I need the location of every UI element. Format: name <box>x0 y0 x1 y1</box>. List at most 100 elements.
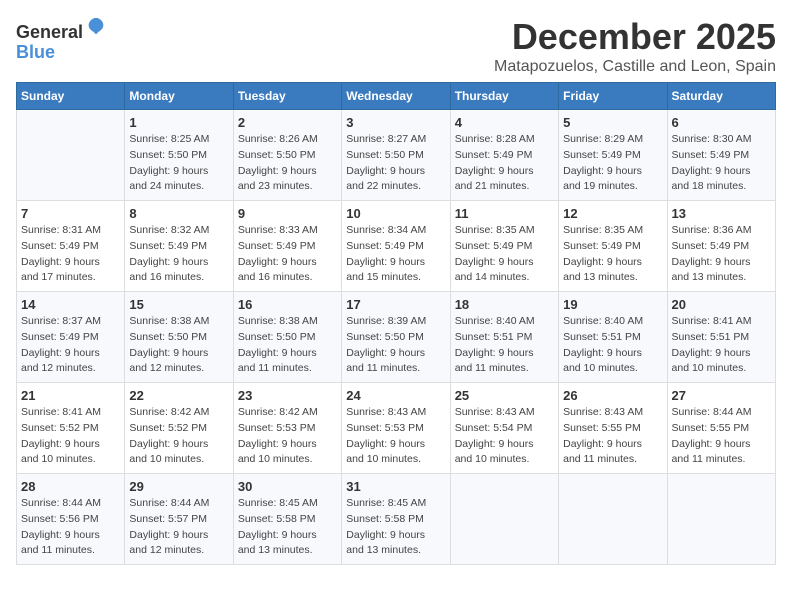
calendar-day-cell: 14 Sunrise: 8:37 AM Sunset: 5:49 PM Dayli… <box>17 292 125 383</box>
calendar-day-cell <box>559 474 667 565</box>
logo-icon <box>85 16 107 38</box>
calendar-week-row: 14 Sunrise: 8:37 AM Sunset: 5:49 PM Dayli… <box>17 292 776 383</box>
header: General Blue December 2025 Matapozuelos,… <box>16 16 776 76</box>
day-info: Sunrise: 8:29 AM Sunset: 5:49 PM Dayligh… <box>563 132 662 195</box>
day-number: 21 <box>21 388 120 403</box>
calendar-day-cell <box>17 110 125 201</box>
calendar-day-cell: 20 Sunrise: 8:41 AM Sunset: 5:51 PM Dayli… <box>667 292 775 383</box>
logo-blue-text: Blue <box>16 42 55 62</box>
weekday-header: Tuesday <box>233 83 341 110</box>
calendar-week-row: 7 Sunrise: 8:31 AM Sunset: 5:49 PM Daylig… <box>17 201 776 292</box>
day-info: Sunrise: 8:30 AM Sunset: 5:49 PM Dayligh… <box>672 132 771 195</box>
calendar-week-row: 28 Sunrise: 8:44 AM Sunset: 5:56 PM Dayli… <box>17 474 776 565</box>
day-number: 25 <box>455 388 554 403</box>
day-info: Sunrise: 8:31 AM Sunset: 5:49 PM Dayligh… <box>21 223 120 286</box>
day-number: 2 <box>238 115 337 130</box>
day-number: 16 <box>238 297 337 312</box>
calendar-day-cell: 7 Sunrise: 8:31 AM Sunset: 5:49 PM Daylig… <box>17 201 125 292</box>
day-info: Sunrise: 8:42 AM Sunset: 5:53 PM Dayligh… <box>238 405 337 468</box>
day-number: 22 <box>129 388 228 403</box>
day-number: 4 <box>455 115 554 130</box>
calendar-day-cell: 15 Sunrise: 8:38 AM Sunset: 5:50 PM Dayli… <box>125 292 233 383</box>
calendar-day-cell: 5 Sunrise: 8:29 AM Sunset: 5:49 PM Daylig… <box>559 110 667 201</box>
day-info: Sunrise: 8:37 AM Sunset: 5:49 PM Dayligh… <box>21 314 120 377</box>
day-number: 1 <box>129 115 228 130</box>
calendar-day-cell: 27 Sunrise: 8:44 AM Sunset: 5:55 PM Dayli… <box>667 383 775 474</box>
weekday-header: Friday <box>559 83 667 110</box>
calendar-day-cell <box>450 474 558 565</box>
calendar-day-cell: 19 Sunrise: 8:40 AM Sunset: 5:51 PM Dayli… <box>559 292 667 383</box>
calendar-day-cell: 9Sunrise: 8:33 AM Sunset: 5:49 PM Daylig… <box>233 201 341 292</box>
calendar-day-cell: 31Sunrise: 8:45 AM Sunset: 5:58 PM Dayli… <box>342 474 450 565</box>
calendar-week-row: 21 Sunrise: 8:41 AM Sunset: 5:52 PM Dayli… <box>17 383 776 474</box>
day-number: 29 <box>129 479 228 494</box>
calendar-day-cell <box>667 474 775 565</box>
calendar-day-cell: 18 Sunrise: 8:40 AM Sunset: 5:51 PM Dayli… <box>450 292 558 383</box>
day-number: 11 <box>455 206 554 221</box>
calendar-day-cell: 8 Sunrise: 8:32 AM Sunset: 5:49 PM Daylig… <box>125 201 233 292</box>
main-title: December 2025 <box>494 16 776 58</box>
calendar-day-cell: 23 Sunrise: 8:42 AM Sunset: 5:53 PM Dayli… <box>233 383 341 474</box>
day-info: Sunrise: 8:32 AM Sunset: 5:49 PM Dayligh… <box>129 223 228 286</box>
calendar-day-cell: 28 Sunrise: 8:44 AM Sunset: 5:56 PM Dayli… <box>17 474 125 565</box>
calendar-day-cell: 24Sunrise: 8:43 AM Sunset: 5:53 PM Dayli… <box>342 383 450 474</box>
logo: General Blue <box>16 20 107 63</box>
day-info: Sunrise: 8:44 AM Sunset: 5:56 PM Dayligh… <box>21 496 120 559</box>
day-info: Sunrise: 8:40 AM Sunset: 5:51 PM Dayligh… <box>455 314 554 377</box>
day-info: Sunrise: 8:35 AM Sunset: 5:49 PM Dayligh… <box>563 223 662 286</box>
logo-text: General Blue <box>16 20 107 63</box>
day-info: Sunrise: 8:40 AM Sunset: 5:51 PM Dayligh… <box>563 314 662 377</box>
day-info: Sunrise: 8:35 AM Sunset: 5:49 PM Dayligh… <box>455 223 554 286</box>
day-number: 31 <box>346 479 445 494</box>
day-info: Sunrise: 8:39 AM Sunset: 5:50 PM Dayligh… <box>346 314 445 377</box>
day-number: 5 <box>563 115 662 130</box>
day-info: Sunrise: 8:45 AM Sunset: 5:58 PM Dayligh… <box>238 496 337 559</box>
day-number: 13 <box>672 206 771 221</box>
calendar-day-cell: 25 Sunrise: 8:43 AM Sunset: 5:54 PM Dayli… <box>450 383 558 474</box>
calendar-day-cell: 21 Sunrise: 8:41 AM Sunset: 5:52 PM Dayli… <box>17 383 125 474</box>
calendar-day-cell: 6Sunrise: 8:30 AM Sunset: 5:49 PM Daylig… <box>667 110 775 201</box>
day-number: 18 <box>455 297 554 312</box>
day-number: 17 <box>346 297 445 312</box>
calendar-day-cell: 3Sunrise: 8:27 AM Sunset: 5:50 PM Daylig… <box>342 110 450 201</box>
weekday-header: Wednesday <box>342 83 450 110</box>
weekday-header: Sunday <box>17 83 125 110</box>
day-number: 12 <box>563 206 662 221</box>
day-info: Sunrise: 8:36 AM Sunset: 5:49 PM Dayligh… <box>672 223 771 286</box>
title-block: December 2025 Matapozuelos, Castille and… <box>494 16 776 76</box>
day-number: 15 <box>129 297 228 312</box>
day-info: Sunrise: 8:41 AM Sunset: 5:51 PM Dayligh… <box>672 314 771 377</box>
day-number: 9 <box>238 206 337 221</box>
day-number: 28 <box>21 479 120 494</box>
day-info: Sunrise: 8:44 AM Sunset: 5:55 PM Dayligh… <box>672 405 771 468</box>
calendar-day-cell: 11 Sunrise: 8:35 AM Sunset: 5:49 PM Dayli… <box>450 201 558 292</box>
day-number: 8 <box>129 206 228 221</box>
calendar-day-cell: 16Sunrise: 8:38 AM Sunset: 5:50 PM Dayli… <box>233 292 341 383</box>
day-info: Sunrise: 8:43 AM Sunset: 5:54 PM Dayligh… <box>455 405 554 468</box>
day-number: 7 <box>21 206 120 221</box>
calendar-day-cell: 29 Sunrise: 8:44 AM Sunset: 5:57 PM Dayli… <box>125 474 233 565</box>
day-info: Sunrise: 8:41 AM Sunset: 5:52 PM Dayligh… <box>21 405 120 468</box>
weekday-header-row: SundayMondayTuesdayWednesdayThursdayFrid… <box>17 83 776 110</box>
calendar-day-cell: 1Sunrise: 8:25 AM Sunset: 5:50 PM Daylig… <box>125 110 233 201</box>
calendar-week-row: 1Sunrise: 8:25 AM Sunset: 5:50 PM Daylig… <box>17 110 776 201</box>
calendar-day-cell: 22 Sunrise: 8:42 AM Sunset: 5:52 PM Dayli… <box>125 383 233 474</box>
day-number: 20 <box>672 297 771 312</box>
day-number: 19 <box>563 297 662 312</box>
day-number: 24 <box>346 388 445 403</box>
calendar-day-cell: 10Sunrise: 8:34 AM Sunset: 5:49 PM Dayli… <box>342 201 450 292</box>
calendar-day-cell: 30Sunrise: 8:45 AM Sunset: 5:58 PM Dayli… <box>233 474 341 565</box>
day-number: 23 <box>238 388 337 403</box>
day-number: 14 <box>21 297 120 312</box>
calendar-day-cell: 2Sunrise: 8:26 AM Sunset: 5:50 PM Daylig… <box>233 110 341 201</box>
day-number: 3 <box>346 115 445 130</box>
day-info: Sunrise: 8:34 AM Sunset: 5:49 PM Dayligh… <box>346 223 445 286</box>
day-number: 27 <box>672 388 771 403</box>
calendar-day-cell: 4Sunrise: 8:28 AM Sunset: 5:49 PM Daylig… <box>450 110 558 201</box>
calendar-table: SundayMondayTuesdayWednesdayThursdayFrid… <box>16 82 776 565</box>
day-info: Sunrise: 8:38 AM Sunset: 5:50 PM Dayligh… <box>129 314 228 377</box>
day-info: Sunrise: 8:42 AM Sunset: 5:52 PM Dayligh… <box>129 405 228 468</box>
day-info: Sunrise: 8:44 AM Sunset: 5:57 PM Dayligh… <box>129 496 228 559</box>
weekday-header: Saturday <box>667 83 775 110</box>
weekday-header: Monday <box>125 83 233 110</box>
